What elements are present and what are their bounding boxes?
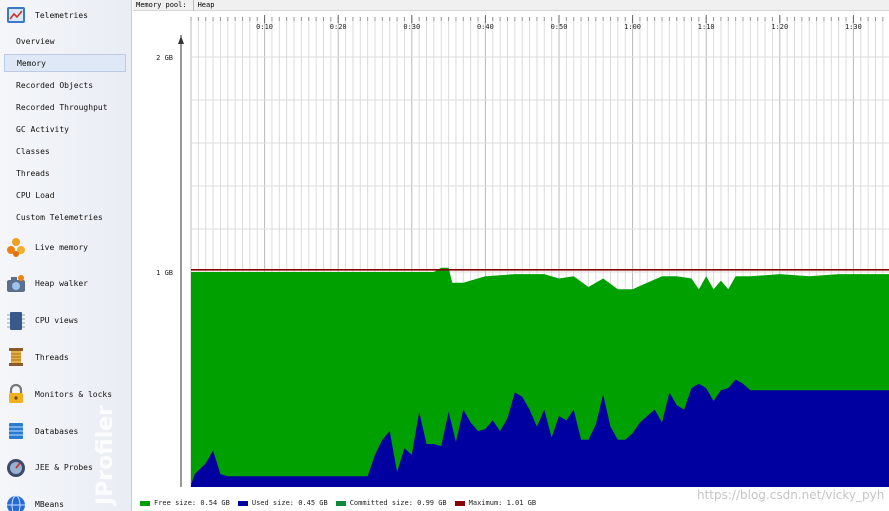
svg-text:JProfiler: JProfiler bbox=[93, 405, 118, 507]
sidebar-item-recorded-objects[interactable]: Recorded Objects bbox=[4, 76, 126, 94]
sidebar-item-cpu-load[interactable]: CPU Load bbox=[4, 186, 126, 204]
sidebar: Telemetries Overview Memory Recorded Objec… bbox=[0, 0, 132, 511]
x-tick-label: 1:30 bbox=[845, 23, 862, 31]
sidebar-item-overview[interactable]: Overview bbox=[4, 32, 126, 50]
sidebar-section-label: Monitors & locks bbox=[35, 389, 113, 399]
sidebar-section-live-memory[interactable]: Live memory bbox=[0, 232, 131, 262]
threads-icon bbox=[5, 346, 27, 368]
sidebar-section-label: Threads bbox=[35, 352, 69, 362]
x-tick-label: 1:10 bbox=[698, 23, 715, 31]
sidebar-section-label: MBeans bbox=[35, 500, 64, 510]
live-memory-icon bbox=[5, 236, 27, 258]
sidebar-item-custom-telemetries[interactable]: Custom Telemetries bbox=[4, 208, 126, 226]
x-tick-label: 0:50 bbox=[551, 23, 568, 31]
blog-watermark: https://blog.csdn.net/vicky_pyh bbox=[697, 488, 885, 502]
x-tick-label: 1:20 bbox=[771, 23, 788, 31]
sidebar-item-recorded-throughput[interactable]: Recorded Throughput bbox=[4, 98, 126, 116]
legend-swatch bbox=[454, 500, 465, 506]
sidebar-item-classes[interactable]: Classes bbox=[4, 142, 126, 160]
legend-item-committed: Committed size: 0.99 GB bbox=[335, 499, 447, 507]
sidebar-item-gc-activity[interactable]: GC Activity bbox=[4, 120, 126, 138]
sidebar-section-label: Databases bbox=[35, 426, 79, 436]
sidebar-section-label: CPU views bbox=[35, 316, 79, 326]
databases-icon bbox=[5, 420, 27, 442]
legend-label: Free size: 0.54 GB bbox=[154, 499, 230, 507]
chart-legend: Free size: 0.54 GB Used size: 0.45 GB Comm… bbox=[140, 497, 544, 509]
telemetries-icon bbox=[5, 4, 27, 26]
y-axis-arrow bbox=[178, 36, 184, 44]
sidebar-section-telemetries[interactable]: Telemetries bbox=[0, 0, 131, 30]
sidebar-section-heap-walker[interactable]: Heap walker bbox=[0, 269, 131, 299]
jprofiler-watermark: JProfiler bbox=[93, 405, 118, 507]
mbeans-icon bbox=[5, 494, 27, 511]
legend-item-used: Used size: 0.45 GB bbox=[237, 499, 328, 507]
sidebar-section-threads[interactable]: Threads bbox=[0, 342, 131, 372]
sidebar-section-label: Live memory bbox=[35, 242, 88, 252]
legend-swatch bbox=[237, 500, 248, 506]
legend-item-maximum: Maximum: 1.01 GB bbox=[454, 499, 537, 507]
x-tick-label: 0:40 bbox=[477, 23, 494, 31]
x-tick-label: 0:30 bbox=[403, 23, 420, 31]
legend-label: Committed size: 0.99 GB bbox=[349, 499, 447, 507]
memory-pool-bar: Memory pool: Heap bbox=[133, 0, 889, 11]
x-tick-label: 0:20 bbox=[330, 23, 347, 31]
x-tick-label: 0:10 bbox=[256, 23, 273, 31]
sidebar-section-cpu-views[interactable]: CPU views bbox=[0, 306, 131, 336]
sidebar-section-label: Telemetries bbox=[35, 10, 88, 20]
sidebar-item-threads[interactable]: Threads bbox=[4, 164, 126, 182]
legend-swatch bbox=[140, 500, 150, 506]
monitors-locks-icon bbox=[5, 383, 27, 405]
jee-probes-icon bbox=[5, 457, 27, 479]
sidebar-section-label: JEE & Probes bbox=[35, 463, 93, 473]
legend-label: Used size: 0.45 GB bbox=[251, 499, 328, 507]
y-tick-label: 2 GB bbox=[156, 54, 173, 62]
memory-pool-label: Memory pool: bbox=[136, 1, 187, 9]
legend-item-free: Free size: 0.54 GB bbox=[140, 499, 230, 507]
heap-walker-icon bbox=[5, 273, 27, 295]
sidebar-section-label: Heap walker bbox=[35, 279, 88, 289]
memory-pool-select[interactable]: Heap bbox=[192, 0, 219, 11]
legend-label: Maximum: 1.01 GB bbox=[468, 499, 537, 507]
legend-swatch bbox=[335, 500, 346, 506]
x-tick-label: 1:00 bbox=[624, 23, 641, 31]
y-tick-label: 1 GB bbox=[156, 269, 173, 277]
cpu-views-icon bbox=[5, 310, 27, 332]
memory-chart[interactable]: 2 GB 1 GB 0:10 0:20 0:30 0:40 0:50 1:00 1:10 1:20… bbox=[133, 11, 889, 495]
sidebar-item-memory[interactable]: Memory bbox=[4, 54, 126, 72]
